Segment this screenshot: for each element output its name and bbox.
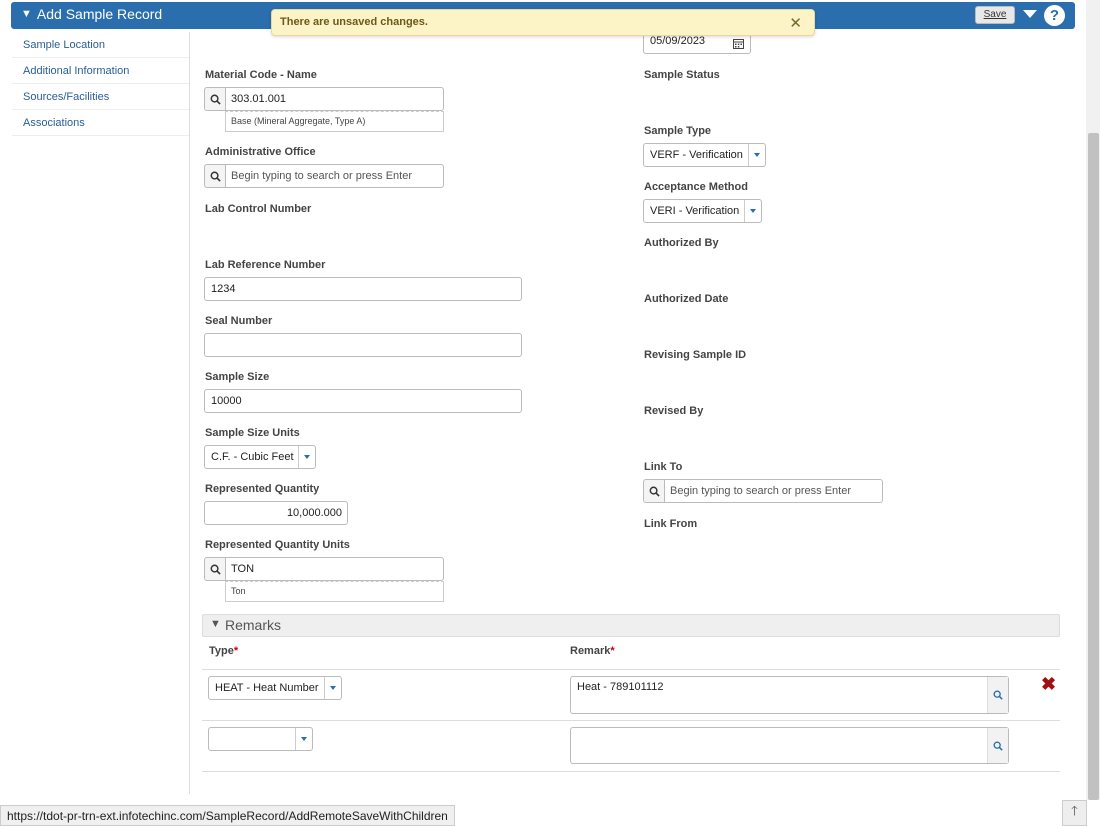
arrow-up-icon: 🡑: [1071, 803, 1078, 818]
zoom-icon[interactable]: [987, 677, 1008, 713]
admin-office-input[interactable]: Begin typing to search or press Enter: [225, 164, 444, 188]
represented-qty-units-description: Ton: [225, 581, 444, 602]
remark-type-select[interactable]: [208, 727, 313, 751]
divider: [202, 669, 1060, 670]
lab-reference-input[interactable]: 1234: [204, 277, 522, 301]
page-title: Add Sample Record: [36, 6, 163, 22]
search-icon[interactable]: [204, 164, 226, 188]
seal-number-input[interactable]: [204, 333, 522, 357]
remark-type-value: HEAT - Heat Number: [215, 682, 319, 694]
sidebar-item-sample-location[interactable]: Sample Location: [12, 32, 189, 58]
sidebar-item-additional-information[interactable]: Additional Information: [12, 58, 189, 84]
sample-date-value: 05/09/2023: [650, 35, 706, 47]
represented-qty-units-search: TON: [204, 557, 444, 581]
material-code-input[interactable]: 303.01.001: [225, 87, 444, 111]
remarks-title: Remarks: [225, 617, 282, 633]
represented-qty-units-input[interactable]: TON: [225, 557, 444, 581]
status-bar-url: https://tdot-pr-trn-ext.infotechinc.com/…: [0, 805, 455, 826]
chevron-down-icon: ▼: [210, 618, 221, 630]
lab-control-label: Lab Control Number: [205, 203, 312, 215]
link-from-label: Link From: [644, 518, 698, 530]
sample-size-units-value: C.F. - Cubic Feet: [211, 451, 294, 463]
remark-column-header: Remark*: [570, 645, 615, 657]
sample-size-input[interactable]: 10000: [204, 389, 522, 413]
scrollbar-thumb[interactable]: [1088, 133, 1099, 800]
delete-row-icon[interactable]: ✖: [1041, 674, 1056, 695]
admin-office-label: Administrative Office: [205, 146, 316, 158]
sample-size-label: Sample Size: [205, 371, 270, 383]
toast-message: There are unsaved changes.: [280, 16, 428, 28]
search-icon[interactable]: [204, 87, 226, 111]
sidebar-item-associations[interactable]: Associations: [12, 110, 189, 136]
required-marker: *: [233, 645, 239, 657]
material-code-description: Base (Mineral Aggregate, Type A): [225, 111, 444, 132]
help-icon[interactable]: ?: [1044, 5, 1065, 26]
dropdown-arrow-icon[interactable]: [744, 200, 761, 222]
type-column-header: Type*: [209, 645, 238, 657]
scroll-to-top-button[interactable]: 🡑: [1062, 800, 1087, 826]
link-to-label: Link To: [644, 461, 683, 473]
sample-type-select[interactable]: VERF - Verification: [643, 143, 766, 167]
divider: [202, 771, 1060, 772]
represented-qty-units-label: Represented Quantity Units: [205, 539, 350, 551]
search-icon[interactable]: [643, 479, 665, 503]
sample-size-units-label: Sample Size Units: [205, 427, 300, 439]
link-to-search: Begin typing to search or press Enter: [643, 479, 883, 503]
represented-qty-input[interactable]: 10,000.000: [204, 501, 348, 525]
remark-header-label: Remark: [570, 645, 611, 657]
required-marker: *: [610, 645, 615, 657]
sample-type-label: Sample Type: [644, 125, 712, 137]
calendar-icon[interactable]: [733, 36, 744, 57]
material-code-search: 303.01.001: [204, 87, 444, 111]
remark-text: Heat - 789101112: [577, 681, 664, 693]
remark-type-select[interactable]: HEAT - Heat Number: [208, 676, 342, 700]
remarks-section-header[interactable]: ▼ Remarks: [202, 614, 1060, 637]
zoom-icon[interactable]: [987, 728, 1008, 763]
authorized-by-label: Authorized By: [644, 237, 719, 249]
revising-sample-id-label: Revising Sample ID: [644, 349, 747, 361]
acceptance-method-label: Acceptance Method: [644, 181, 748, 193]
represented-qty-label: Represented Quantity: [205, 483, 320, 495]
sidebar-item-sources-facilities[interactable]: Sources/Facilities: [12, 84, 189, 110]
dropdown-arrow-icon[interactable]: [298, 446, 315, 468]
remark-textarea[interactable]: Heat - 789101112: [570, 676, 1009, 714]
acceptance-method-select[interactable]: VERI - Verification: [643, 199, 762, 223]
unsaved-changes-toast: There are unsaved changes. ✕: [271, 9, 815, 36]
link-to-input[interactable]: Begin typing to search or press Enter: [664, 479, 883, 503]
admin-office-search: Begin typing to search or press Enter: [204, 164, 444, 188]
dropdown-arrow-icon[interactable]: [295, 728, 312, 750]
revised-by-label: Revised By: [644, 405, 704, 417]
sample-type-value: VERF - Verification: [650, 149, 743, 161]
dropdown-arrow-icon[interactable]: [748, 144, 765, 166]
authorized-date-label: Authorized Date: [644, 293, 729, 305]
collapse-toggle[interactable]: ▼ Add Sample Record: [21, 6, 162, 22]
lab-reference-label: Lab Reference Number: [205, 259, 326, 271]
sample-size-units-select[interactable]: C.F. - Cubic Feet: [204, 445, 316, 469]
sidebar: Sample Location Additional Information S…: [12, 32, 190, 794]
seal-number-label: Seal Number: [205, 315, 273, 327]
type-header-label: Type: [209, 645, 234, 657]
caret-down-icon[interactable]: [1023, 10, 1037, 18]
divider: [202, 720, 1060, 721]
dropdown-arrow-icon[interactable]: [324, 677, 341, 699]
search-icon[interactable]: [204, 557, 226, 581]
save-button[interactable]: Save: [975, 6, 1015, 24]
acceptance-method-value: VERI - Verification: [650, 205, 740, 217]
close-icon[interactable]: ✕: [789, 14, 802, 32]
sample-status-label: Sample Status: [644, 69, 720, 81]
remark-textarea[interactable]: [570, 727, 1009, 764]
chevron-down-icon: ▼: [21, 8, 32, 20]
material-code-label: Material Code - Name: [205, 69, 317, 81]
